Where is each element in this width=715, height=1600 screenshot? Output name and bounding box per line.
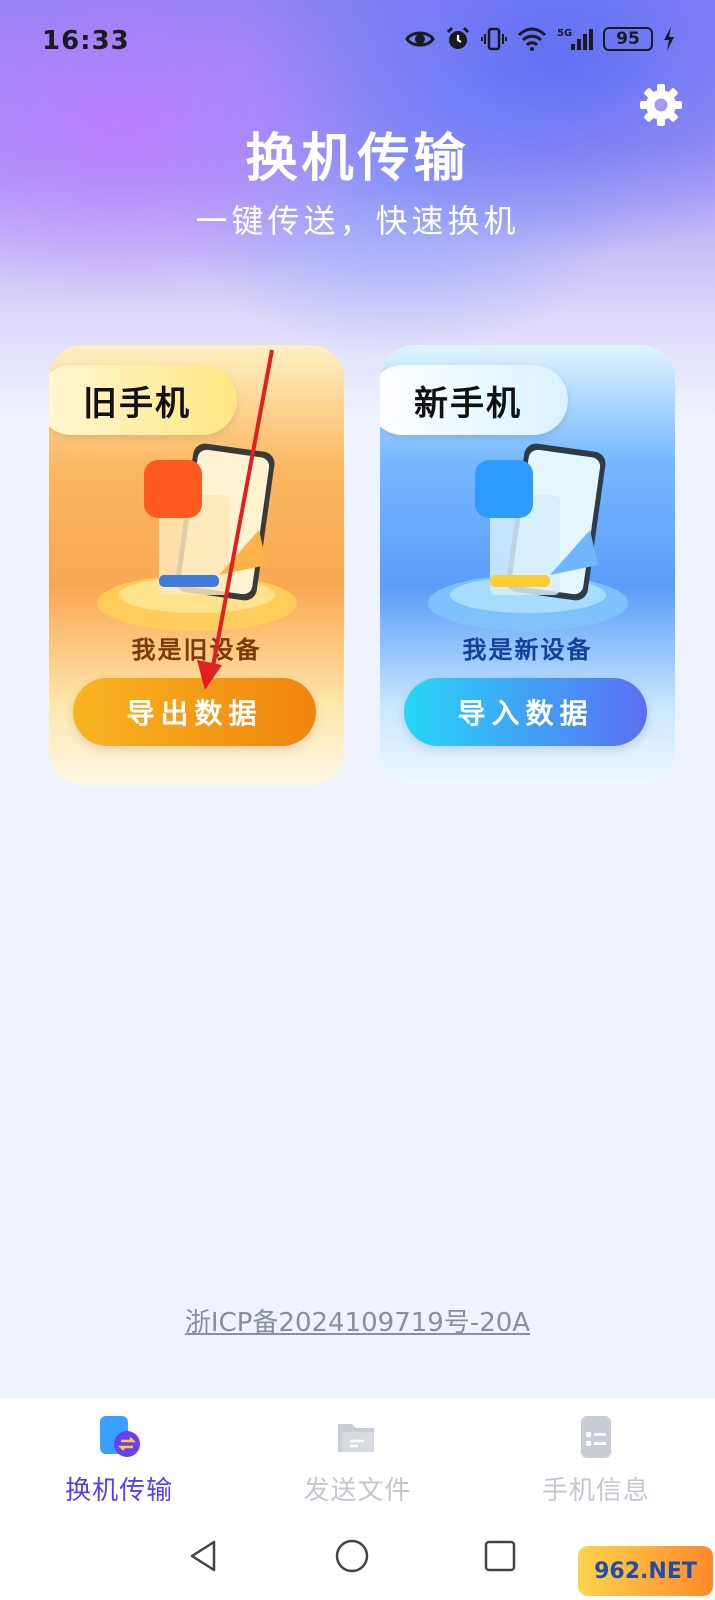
watermark-logo: 962.NET <box>578 1546 713 1596</box>
old-device-caption: 我是旧设备 <box>131 636 262 664</box>
new-phone-illustration <box>428 443 628 631</box>
wifi-icon <box>517 27 547 51</box>
status-bar: 16:33 5G 95 <box>0 0 715 80</box>
watermark-text: 962.NET <box>594 1558 697 1584</box>
bottom-tab-bar: 换机传输 发送文件 手机信息 <box>0 1398 715 1520</box>
tab-send-files[interactable]: 发送文件 <box>238 1398 476 1520</box>
tab-phone-info[interactable]: 手机信息 <box>477 1398 715 1520</box>
recents-icon[interactable] <box>480 1536 520 1576</box>
page-title: 换机传输 <box>245 129 470 189</box>
new-device-caption: 我是新设备 <box>462 636 593 664</box>
tab-transfer-label: 换机传输 <box>65 1476 174 1506</box>
status-time: 16:33 <box>42 26 130 56</box>
eye-icon <box>405 31 435 47</box>
new-phone-card[interactable]: 新手机 我是新设备 导入数据 <box>380 345 675 785</box>
transfer-icon <box>100 1416 141 1457</box>
tab-send-files-label: 发送文件 <box>303 1476 412 1506</box>
back-icon[interactable] <box>184 1536 224 1576</box>
page-subtitle: 一键传送，快速换机 <box>195 202 520 240</box>
tab-phone-info-label: 手机信息 <box>541 1476 650 1506</box>
export-data-button[interactable]: 导出数据 <box>73 678 316 746</box>
vibrate-icon <box>481 27 507 51</box>
charging-icon <box>664 27 674 51</box>
signal-5g-icon: 5G <box>557 28 593 50</box>
svg-text:5G: 5G <box>557 28 572 39</box>
home-icon[interactable] <box>332 1536 372 1576</box>
folder-icon <box>338 1424 375 1452</box>
old-phone-card[interactable]: 旧手机 我是旧设备 导出数据 <box>49 345 344 785</box>
new-phone-tag: 新手机 <box>380 365 568 435</box>
alarm-icon <box>446 26 470 49</box>
battery-indicator: 95 <box>603 27 653 51</box>
old-phone-illustration <box>97 443 297 631</box>
icp-license-link[interactable]: 浙ICP备2024109719号-20A <box>0 1302 715 1339</box>
import-data-button[interactable]: 导入数据 <box>404 678 647 746</box>
old-phone-tag: 旧手机 <box>49 365 237 435</box>
phone-info-icon <box>580 1416 611 1458</box>
tab-transfer[interactable]: 换机传输 <box>0 1398 238 1520</box>
status-icons: 5G 95 <box>405 26 675 52</box>
